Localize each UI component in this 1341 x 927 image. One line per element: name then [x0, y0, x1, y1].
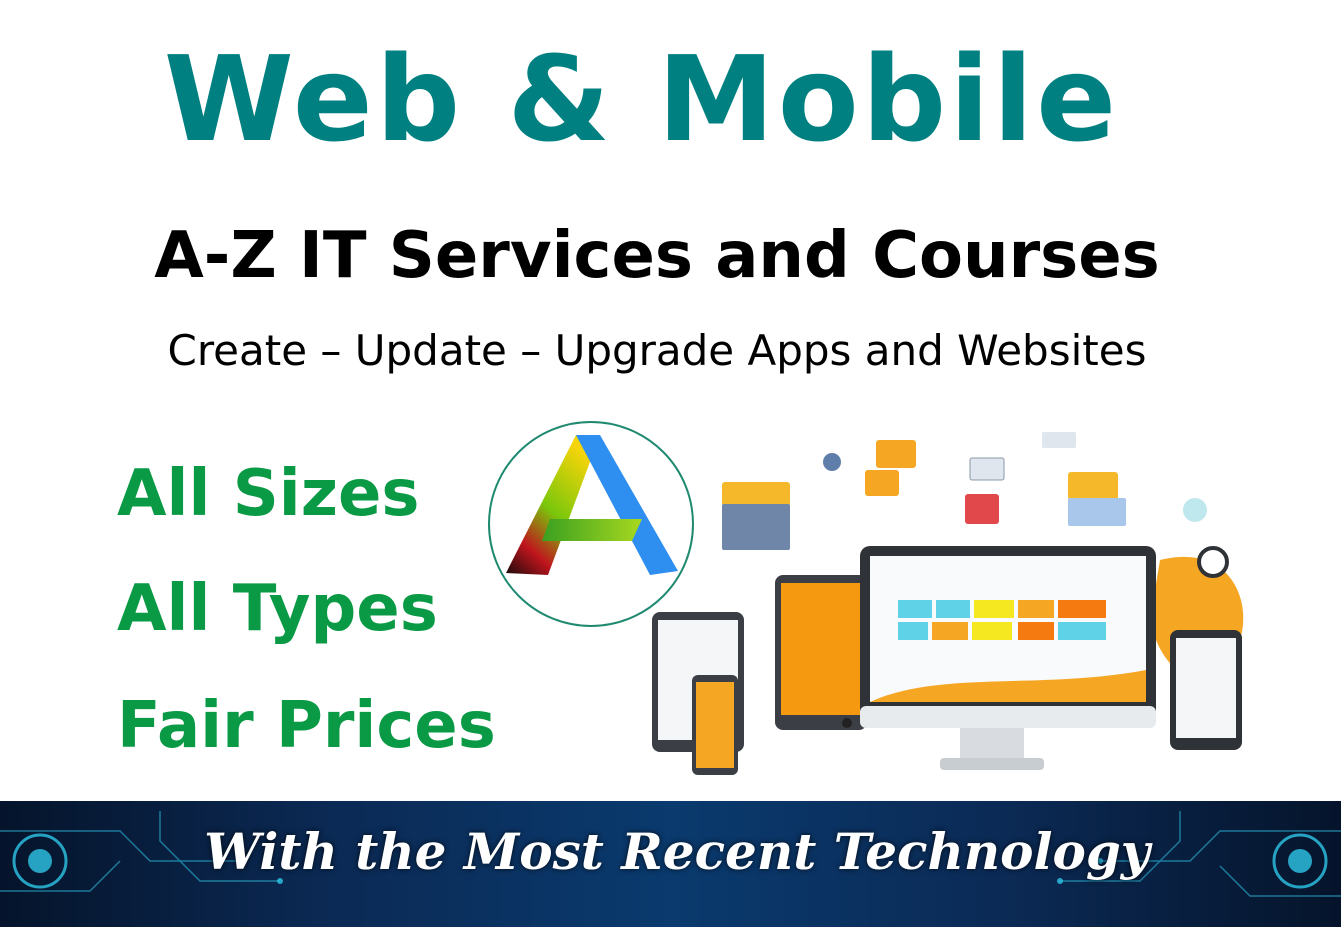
- technology-banner: With the Most Recent Technology: [0, 801, 1341, 927]
- responsive-devices-illustration-icon: [640, 420, 1270, 794]
- page-subtitle: A-Z IT Services and Courses: [154, 219, 1160, 293]
- banner-text: With the Most Recent Technology: [204, 822, 1150, 881]
- page-tagline: Create – Update – Upgrade Apps and Websi…: [167, 326, 1147, 375]
- feature-all-types: All Types: [117, 572, 438, 646]
- feature-all-sizes: All Sizes: [117, 457, 420, 531]
- page-title: Web & Mobile: [163, 30, 1120, 168]
- feature-fair-prices: Fair Prices: [117, 689, 496, 763]
